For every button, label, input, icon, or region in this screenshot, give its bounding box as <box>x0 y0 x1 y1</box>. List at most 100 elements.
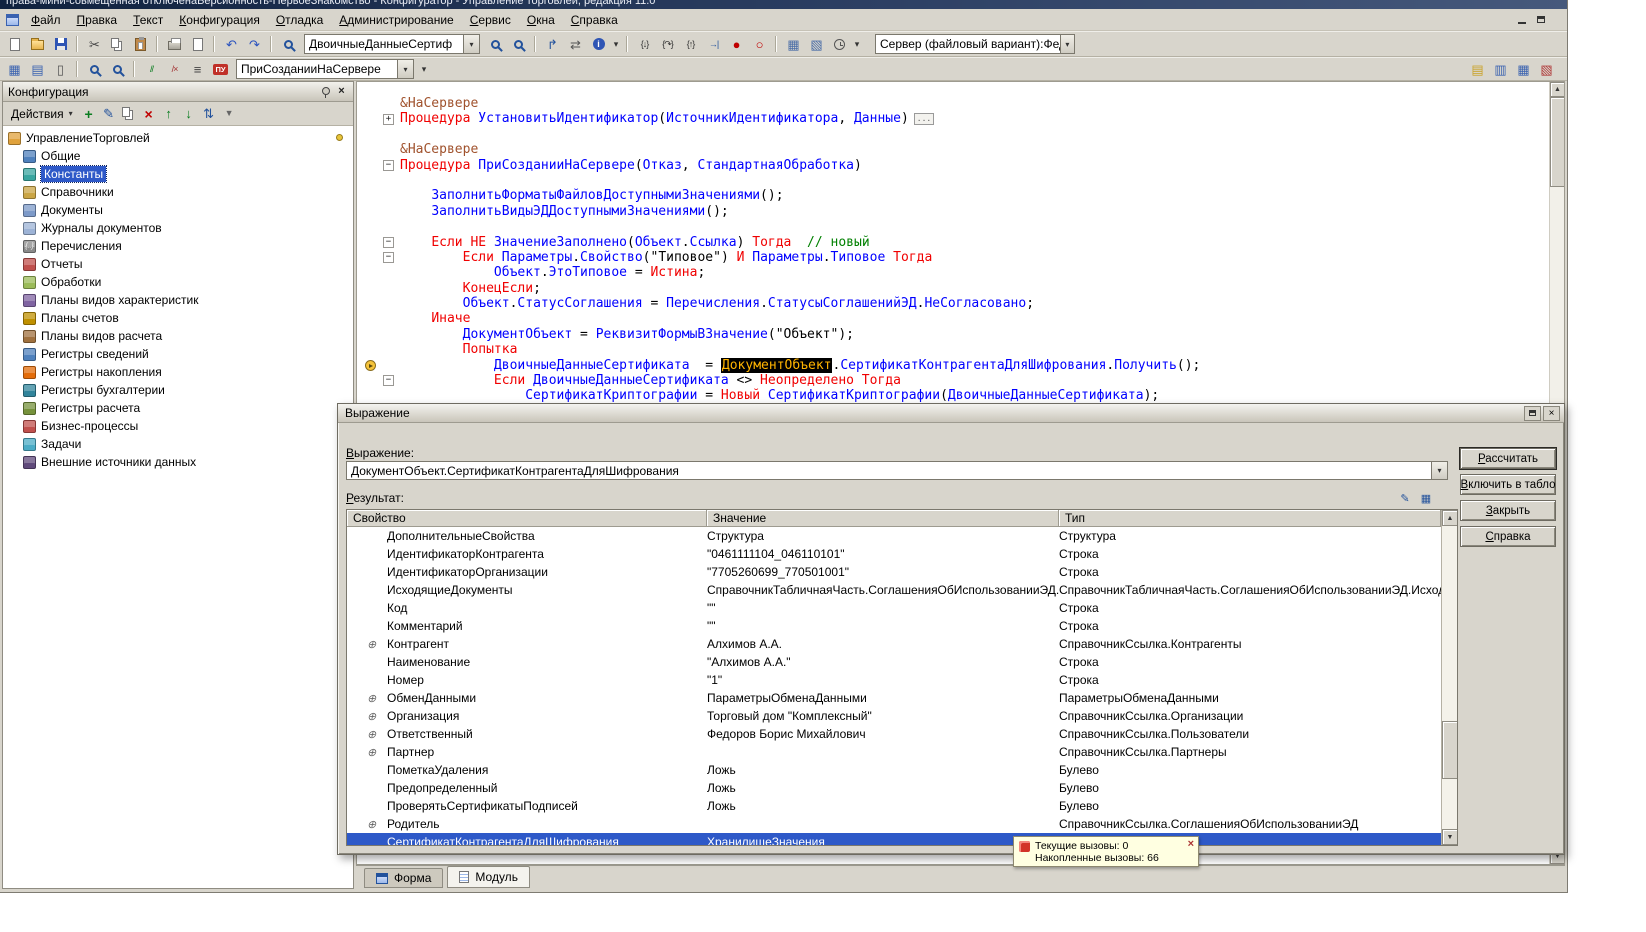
redo-icon[interactable]: ↷ <box>243 33 266 55</box>
table-scrollbar[interactable] <box>1441 510 1457 845</box>
table-row[interactable]: ДополнительныеСвойства Структура Структу… <box>347 527 1441 545</box>
show-as-table-icon[interactable]: ▦ <box>1418 491 1434 506</box>
sort-icon[interactable]: ⇅ <box>199 104 219 124</box>
step-out-icon[interactable]: {↑} <box>679 33 702 55</box>
scroll-up-icon[interactable] <box>1550 82 1564 97</box>
expand-node-icon[interactable] <box>367 693 376 705</box>
search-history-dropdown-icon[interactable]: ▾ <box>463 35 479 53</box>
table-row[interactable]: Организация Торговый дом "Комплексный" С… <box>347 707 1441 725</box>
expand-node-icon[interactable] <box>367 729 376 741</box>
uncomment-lines-icon[interactable]: /× <box>163 58 186 80</box>
table-row[interactable]: Наименование "Алхимов А.А." Строка <box>347 653 1441 671</box>
procedures-list-icon[interactable]: ▦ <box>1512 58 1535 80</box>
pin-icon[interactable] <box>319 86 331 98</box>
edit-icon[interactable]: ✎ <box>99 104 119 124</box>
find-in-module-icon[interactable] <box>76 58 106 80</box>
menu-file[interactable]: Файл <box>23 10 69 30</box>
cut-icon[interactable]: ✂ <box>76 33 106 55</box>
tree-item-zhurnaly-dokumentov[interactable]: Журналы документов <box>3 219 353 237</box>
procedure-dropdown-icon[interactable]: ▾ <box>397 60 413 78</box>
tree-item-vneshnie-istochniki[interactable]: Внешние источники данных <box>3 453 353 471</box>
column-header-type[interactable]: Тип <box>1059 510 1441 527</box>
tree-item-otchety[interactable]: Отчеты <box>3 255 353 273</box>
find-icon[interactable] <box>270 33 300 55</box>
form-window-icon[interactable]: ▦ <box>3 58 26 80</box>
table-scroll-down-icon[interactable] <box>1442 829 1457 845</box>
editor-scrollbar-thumb[interactable] <box>1550 97 1564 187</box>
delete-icon[interactable]: × <box>139 104 159 124</box>
undo-icon[interactable]: ↶ <box>213 33 243 55</box>
collapse-block-icon[interactable]: − <box>383 159 394 171</box>
expression-dialog-titlebar[interactable]: Выражение × <box>338 404 1564 423</box>
table-row[interactable]: Номер "1" Строка <box>347 671 1441 689</box>
tree-item-obrabotki[interactable]: Обработки <box>3 273 353 291</box>
actions-menu-button[interactable]: Действия ▾ <box>6 105 78 123</box>
step-over-icon[interactable]: {↷} <box>656 33 679 55</box>
menu-service[interactable]: Сервис <box>462 10 519 30</box>
tab-module[interactable]: Модуль <box>447 866 530 888</box>
tree-item-registry-rascheta[interactable]: Регистры расчета <box>3 399 353 417</box>
column-header-property[interactable]: Свойство <box>347 510 707 527</box>
column-header-value[interactable]: Значение <box>707 510 1059 527</box>
table-scrollbar-thumb[interactable] <box>1442 721 1457 780</box>
clone-icon[interactable] <box>119 104 139 124</box>
tree-item-konstanty[interactable]: Константы <box>3 165 353 183</box>
tree-item-plany-vidov-rascheta[interactable]: Планы видов расчета <box>3 327 353 345</box>
run-to-cursor-icon[interactable]: →| <box>702 33 725 55</box>
paste-icon[interactable] <box>129 33 152 55</box>
open-file-icon[interactable] <box>26 33 49 55</box>
copy-icon[interactable] <box>106 33 129 55</box>
menu-configuration[interactable]: Конфигурация <box>171 10 268 30</box>
help-contents-icon[interactable]: ▧ <box>1535 58 1558 80</box>
add-icon[interactable]: + <box>79 104 99 124</box>
table-row[interactable]: Код "" Строка <box>347 599 1441 617</box>
breakpoint-icon[interactable]: ● <box>725 33 748 55</box>
dialog-close-button[interactable]: × <box>1543 405 1560 421</box>
close-button[interactable]: Закрыть <box>1460 500 1556 521</box>
tab-form[interactable]: Форма <box>364 868 444 888</box>
disable-breakpoints-icon[interactable]: ○ <box>748 33 771 55</box>
move-up-icon[interactable]: ↑ <box>159 104 179 124</box>
tree-item-dokumenty[interactable]: Документы <box>3 201 353 219</box>
move-down-icon[interactable]: ↓ <box>179 104 199 124</box>
tree-item-plany-schetov[interactable]: Планы счетов <box>3 309 353 327</box>
procedures-menu-icon[interactable]: ▾ <box>418 58 430 80</box>
tree-item-registry-buhgalterii[interactable]: Регистры бухгалтерии <box>3 381 353 399</box>
help-button[interactable]: Справка <box>1460 526 1556 547</box>
table-row[interactable]: Партнер СправочникСсылка.Партнеры <box>347 743 1441 761</box>
find-previous-icon[interactable] <box>507 33 530 55</box>
expression-input[interactable]: ДокументОбъект.СертификатКонтрагентаДляШ… <box>346 461 1448 480</box>
debug-server-dropdown-icon[interactable]: ▾ <box>1059 35 1074 53</box>
minimize-window-button[interactable] <box>1514 13 1530 27</box>
edit-result-icon[interactable]: ✎ <box>1397 491 1413 506</box>
calculate-button[interactable]: Рассчитать <box>1460 448 1556 469</box>
expand-block-icon[interactable]: + <box>383 113 394 125</box>
tree-item-spravochniki[interactable]: Справочники <box>3 183 353 201</box>
find-next-icon[interactable] <box>484 33 507 55</box>
tooltip-close-icon[interactable]: × <box>1188 838 1194 850</box>
table-row[interactable]: ИдентификаторОрганизации "7705260699_770… <box>347 563 1441 581</box>
split-window-icon[interactable]: ▯ <box>49 58 72 80</box>
info-icon[interactable]: i <box>587 33 610 55</box>
performance-timer-icon[interactable] <box>828 33 851 55</box>
collapse-block-icon[interactable]: − <box>383 252 394 264</box>
menu-debug[interactable]: Отладка <box>268 10 331 30</box>
comment-lines-icon[interactable]: // <box>133 58 163 80</box>
menu-windows[interactable]: Окна <box>519 10 563 30</box>
search-history-combobox[interactable]: ДвоичныеДанныеСертиф ▾ <box>304 34 480 54</box>
find-next-in-module-icon[interactable] <box>106 58 129 80</box>
procedure-combobox[interactable]: ПриСозданииНаСервере ▾ <box>236 59 414 79</box>
tree-item-biznes-processy[interactable]: Бизнес-процессы <box>3 417 353 435</box>
call-stack-icon[interactable]: ▧ <box>805 33 828 55</box>
menu-help[interactable]: Справка <box>563 10 626 30</box>
table-scroll-up-icon[interactable] <box>1442 510 1457 526</box>
new-file-icon[interactable] <box>3 33 26 55</box>
include-in-board-button[interactable]: Включить в табло <box>1460 474 1556 495</box>
window-titlebar[interactable]: права-мини-совмещенная отключенаВерсионн… <box>0 0 1567 9</box>
save-file-icon[interactable] <box>49 33 72 55</box>
menu-text[interactable]: Текст <box>125 10 171 30</box>
print-preview-icon[interactable] <box>186 33 209 55</box>
table-row[interactable]: ПроверятьСертификатыПодписей Ложь Булево <box>347 797 1441 815</box>
tree-item-obschie[interactable]: Общие <box>3 147 353 165</box>
module-window-icon[interactable]: ▤ <box>26 58 49 80</box>
